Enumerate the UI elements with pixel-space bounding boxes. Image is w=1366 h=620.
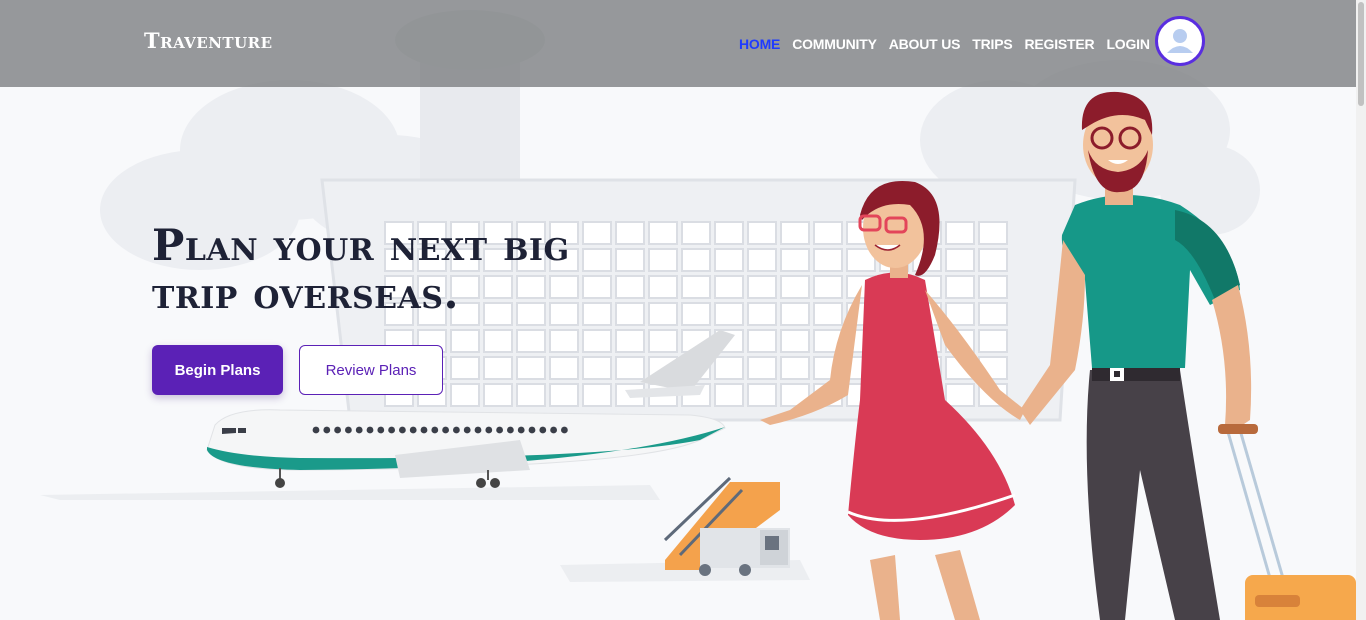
nav-link-home[interactable]: HOME	[739, 36, 780, 52]
begin-plans-button[interactable]: Begin Plans	[152, 345, 283, 395]
hero-title: Plan your next big trip overseas.	[152, 222, 712, 318]
nav-link-community[interactable]: COMMUNITY	[792, 36, 877, 52]
user-avatar-button[interactable]	[1155, 16, 1205, 66]
top-navbar: Traventure HOME COMMUNITY ABOUT US TRIPS…	[0, 0, 1356, 87]
nav-links: HOME COMMUNITY ABOUT US TRIPS REGISTER L…	[739, 36, 1150, 52]
nav-link-about-us[interactable]: ABOUT US	[889, 36, 961, 52]
nav-link-register[interactable]: REGISTER	[1024, 36, 1094, 52]
review-plans-button[interactable]: Review Plans	[299, 345, 443, 395]
nav-link-trips[interactable]: TRIPS	[972, 36, 1012, 52]
brand-logo[interactable]: Traventure	[144, 28, 273, 53]
suitcase-illustration	[1218, 424, 1356, 620]
stair-truck-illustration	[663, 476, 790, 576]
page-scrollbar[interactable]	[1356, 0, 1366, 620]
hero-title-line-2: trip overseas.	[152, 269, 459, 319]
user-avatar-icon	[1167, 29, 1193, 53]
scrollbar-thumb[interactable]	[1358, 2, 1364, 106]
hero-title-line-1: Plan your next big	[152, 221, 570, 271]
nav-link-login[interactable]: LOGIN	[1106, 36, 1150, 52]
